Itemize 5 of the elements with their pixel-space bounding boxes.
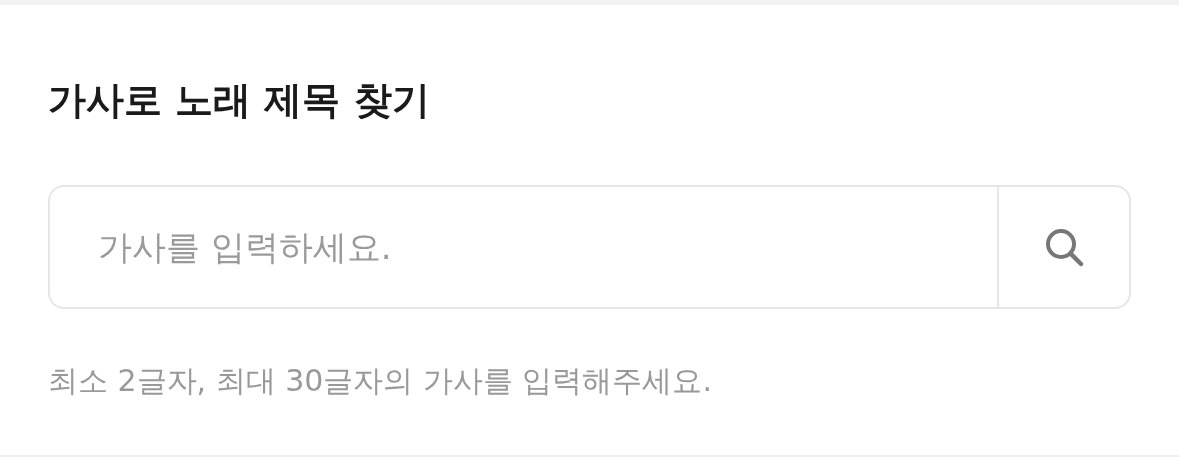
- search-button[interactable]: [997, 185, 1131, 309]
- hint-text: 최소 2글자, 최대 30글자의 가사를 입력해주세요.: [48, 362, 713, 400]
- search-icon: [1043, 226, 1085, 268]
- search-field[interactable]: 가사를 입력하세요.: [48, 185, 997, 309]
- page-title: 가사로 노래 제목 찾기: [48, 77, 431, 124]
